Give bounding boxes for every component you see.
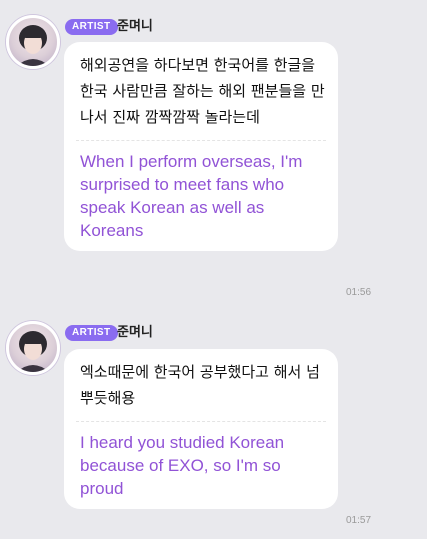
message-translation: When I perform overseas, I'm surprised t… — [80, 152, 303, 240]
message-bubble[interactable]: 엑소때문에 한국어 공부했다고 해서 넘 뿌듯해용 I heard you st… — [64, 349, 338, 509]
chat-message: ARTIST 준며니 엑소때문에 한국어 공부했다고 해서 넘 뿌듯해용 I h… — [0, 321, 427, 531]
avatar[interactable] — [6, 15, 60, 69]
message-timestamp: 01:57 — [346, 515, 372, 526]
message-translation: I heard you studied Korean because of EX… — [80, 433, 285, 498]
message-timestamp: 01:56 — [346, 287, 372, 298]
sender-name[interactable]: 준며니 — [117, 323, 153, 343]
chat-message: ARTIST 준며니 해외공연을 하다보면 한국어를 한글을 한국 사람만큼 잘… — [0, 15, 427, 305]
message-bubble[interactable]: 해외공연을 하다보면 한국어를 한글을 한국 사람만큼 잘하는 해외 팬분들을 … — [64, 42, 338, 251]
message-text-korean: 엑소때문에 한국어 공부했다고 해서 넘 뿌듯해용 — [80, 363, 320, 407]
message-text-korean: 해외공연을 하다보면 한국어를 한글을 한국 사람만큼 잘하는 해외 팬분들을 … — [80, 56, 325, 126]
sender-name[interactable]: 준며니 — [117, 17, 153, 37]
artist-badge: ARTIST — [65, 325, 118, 341]
avatar[interactable] — [6, 321, 60, 375]
artist-badge: ARTIST — [65, 19, 118, 35]
chat-view: ARTIST 준며니 해외공연을 하다보면 한국어를 한글을 한국 사람만큼 잘… — [0, 0, 427, 539]
